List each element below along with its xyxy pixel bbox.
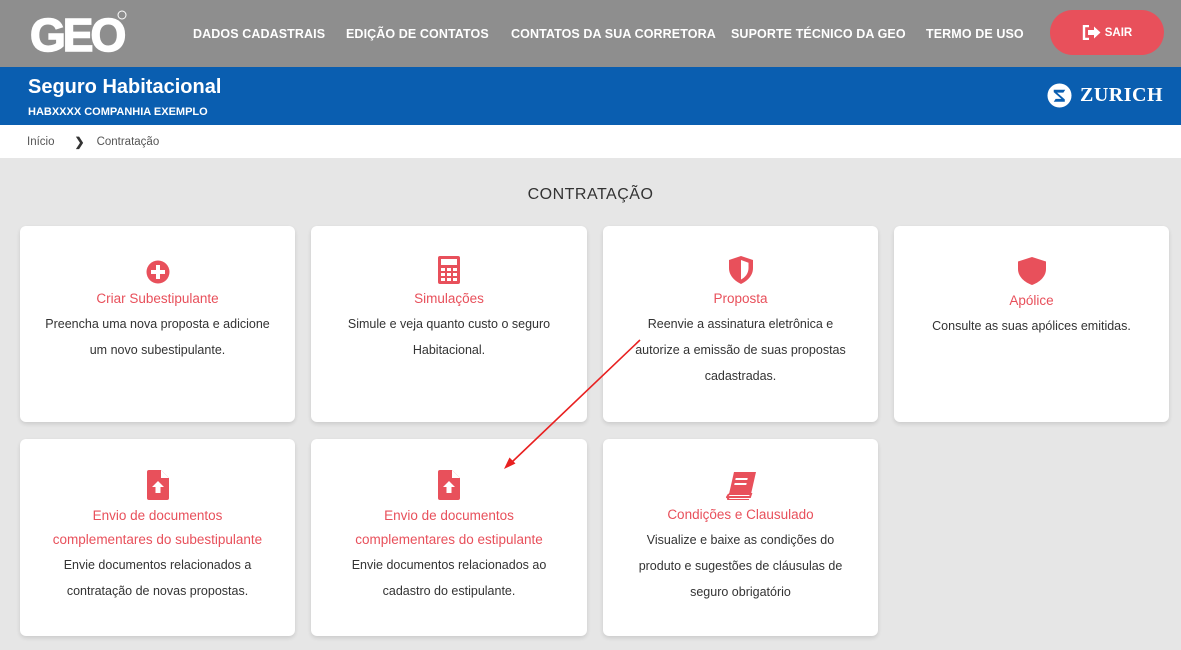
sign-out-icon bbox=[1082, 25, 1101, 40]
card-description: seguro obrigatório bbox=[690, 585, 791, 599]
chevron-right-icon: ❯ bbox=[74, 134, 85, 149]
card-description: Visualize e baixe as condições do bbox=[646, 533, 835, 547]
card-criar-subestipulante[interactable]: Criar Subestipulante Preencha uma nova p… bbox=[20, 226, 295, 422]
logout-button[interactable]: SAIR bbox=[1050, 10, 1164, 55]
nav-dados-cadastrais[interactable]: DADOS CADASTRAIS bbox=[193, 0, 325, 67]
page-title: CONTRATAÇÃO bbox=[527, 186, 654, 203]
card-description: Simule e veja quanto custo o seguro bbox=[347, 317, 551, 331]
nav-termo-uso[interactable]: TERMO DE USO bbox=[926, 0, 1024, 67]
card-title: Envio de documentos bbox=[92, 508, 223, 523]
card-description: um novo subestipulante. bbox=[89, 343, 226, 357]
geo-logo[interactable]: GEO bbox=[28, 7, 128, 61]
top-navigation-bar: GEO DADOS CADASTRAIS EDIÇÃO DE CONTATOS … bbox=[0, 0, 1181, 67]
shield-half-icon bbox=[728, 256, 753, 284]
logout-label: SAIR bbox=[1104, 26, 1133, 39]
file-upload-icon bbox=[438, 470, 460, 500]
zurich-logo-icon bbox=[1047, 83, 1072, 108]
card-description: Habitacional. bbox=[412, 343, 486, 357]
card-description: Envie documentos relacionados a bbox=[63, 558, 252, 572]
card-condicoes-clausulado[interactable]: Condições e Clausulado Visualize e baixe… bbox=[603, 439, 878, 636]
card-title: Apólice bbox=[1009, 293, 1054, 308]
product-title: Seguro Habitacional bbox=[28, 76, 222, 98]
card-envio-docs-estipulante[interactable]: Envio de documentos complementares do es… bbox=[311, 439, 587, 636]
insurer-name: ZURICH bbox=[1080, 84, 1164, 106]
card-description: contratação de novas propostas. bbox=[66, 584, 249, 598]
card-description: autorize a emissão de suas propostas bbox=[635, 343, 846, 357]
card-envio-docs-subestipulante[interactable]: Envio de documentos complementares do su… bbox=[20, 439, 295, 636]
calculator-icon bbox=[438, 256, 460, 284]
company-name: HABXXXX COMPANHIA EXEMPLO bbox=[28, 106, 208, 118]
geo-logo-text: GEO bbox=[30, 9, 124, 61]
plus-circle-icon bbox=[146, 260, 169, 284]
card-title: Condições e Clausulado bbox=[667, 507, 814, 522]
breadcrumb-home[interactable]: Início bbox=[27, 136, 55, 148]
nav-edicao-contatos[interactable]: EDIÇÃO DE CONTATOS bbox=[346, 0, 489, 67]
card-description: Reenvie a assinatura eletrônica e bbox=[647, 317, 834, 331]
card-description: Consulte as suas apólices emitidas. bbox=[932, 319, 1131, 333]
card-title: Simulações bbox=[414, 291, 484, 306]
card-apolice[interactable]: Apólice Consulte as suas apólices emitid… bbox=[894, 226, 1169, 422]
card-description: Envie documentos relacionados ao bbox=[351, 558, 547, 572]
card-proposta[interactable]: Proposta Reenvie a assinatura eletrônica… bbox=[603, 226, 878, 422]
card-title: Criar Subestipulante bbox=[96, 291, 219, 306]
card-simulacoes[interactable]: Simulações Simule e veja quanto custo o … bbox=[311, 226, 587, 422]
product-header: Seguro Habitacional HABXXXX COMPANHIA EX… bbox=[0, 67, 1181, 125]
breadcrumb-current: Contratação bbox=[96, 135, 160, 148]
nav-contatos-corretora[interactable]: CONTATOS DA SUA CORRETORA bbox=[511, 0, 716, 67]
card-description: Preencha uma nova proposta e adicione bbox=[45, 317, 270, 331]
book-icon bbox=[725, 472, 756, 500]
card-title: complementares do estipulante bbox=[355, 532, 543, 547]
nav-suporte-tecnico[interactable]: SUPORTE TÉCNICO DA GEO bbox=[731, 0, 906, 67]
card-title: Envio de documentos bbox=[384, 508, 514, 523]
insurer-logo: ZURICH bbox=[1047, 83, 1163, 108]
breadcrumb: Início ❯ Contratação bbox=[0, 125, 1181, 158]
card-title: Proposta bbox=[713, 291, 768, 306]
card-title: complementares do subestipulante bbox=[52, 532, 263, 547]
card-description: cadastradas. bbox=[704, 369, 777, 383]
shield-icon bbox=[1017, 257, 1046, 285]
card-description: produto e sugestões de cláusulas de bbox=[638, 559, 843, 573]
card-description: cadastro do estipulante. bbox=[382, 584, 516, 598]
file-upload-icon bbox=[146, 470, 169, 500]
